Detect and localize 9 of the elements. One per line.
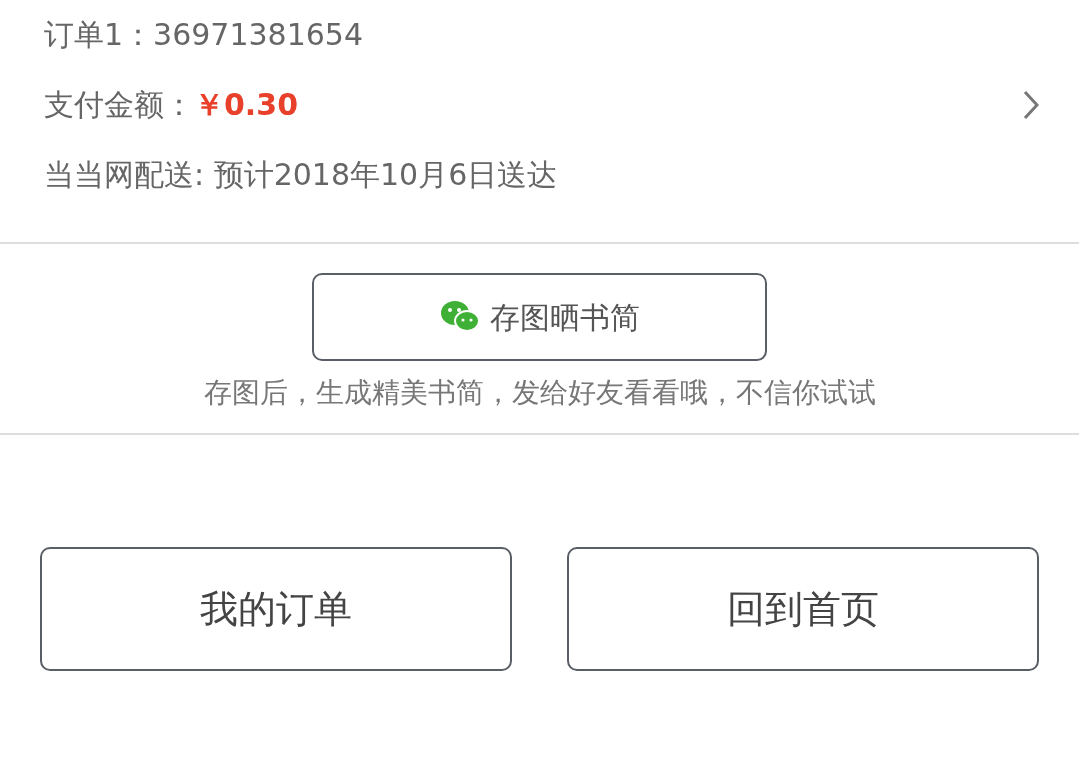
amount-value: ￥0.30	[194, 88, 299, 122]
chevron-right-icon[interactable]	[1023, 90, 1039, 120]
home-button[interactable]: 回到首页	[567, 547, 1039, 671]
my-orders-button[interactable]: 我的订单	[40, 547, 512, 671]
save-image-button[interactable]: 存图晒书简	[312, 273, 767, 361]
share-caption: 存图后，生成精美书简，发给好友看看哦，不信你试试	[203, 375, 876, 411]
delivery-info: 当当网配送: 预计2018年10月6日送达	[44, 158, 559, 192]
amount-label: 支付金额：	[44, 88, 194, 122]
order-number: 订单1：36971381654	[44, 18, 365, 52]
